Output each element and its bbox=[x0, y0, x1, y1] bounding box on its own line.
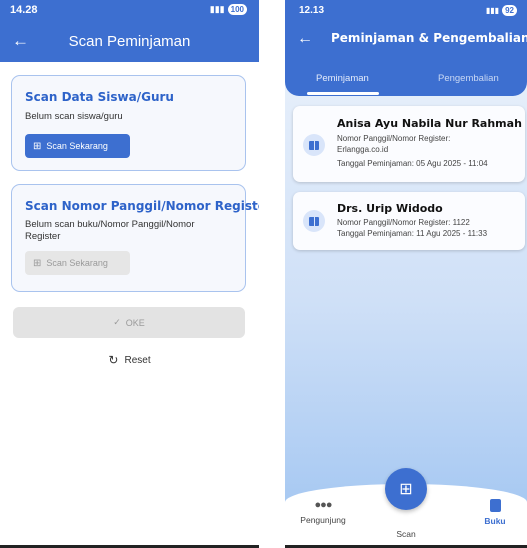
active-tab-indicator bbox=[307, 92, 379, 95]
scan-fab-button[interactable]: ⊞ bbox=[385, 468, 427, 510]
scan-member-status: Belum scan siswa/guru bbox=[25, 111, 123, 122]
people-icon: ●●● bbox=[314, 499, 333, 511]
status-icons: ▮▮▮ 100 bbox=[210, 4, 247, 15]
book-icon bbox=[489, 499, 501, 512]
scan-book-title: Scan Nomor Panggil/Nomor Register bbox=[25, 199, 259, 213]
app-header: 12.13 ▮▮▮ 92 ← Peminjaman & Pengembalian… bbox=[285, 0, 527, 96]
loan-card[interactable]: Drs. Urip Widodo Nomor Panggil/Nomor Reg… bbox=[293, 192, 525, 250]
status-bar: 14.28 ▮▮▮ 100 bbox=[0, 0, 259, 22]
borrower-name: Drs. Urip Widodo bbox=[337, 202, 443, 215]
scan-peminjaman-screen: 14.28 ▮▮▮ 100 ← Scan Peminjaman Scan Dat… bbox=[0, 0, 259, 548]
scan-book-card: Scan Nomor Panggil/Nomor Register Belum … bbox=[11, 184, 259, 292]
call-number: Nomor Panggil/Nomor Register: 1122 bbox=[337, 218, 470, 227]
signal-icon: ▮▮▮ bbox=[209, 4, 225, 14]
book-icon bbox=[303, 134, 325, 156]
nav-pengunjung-label: Pengunjung bbox=[300, 515, 346, 525]
back-arrow-icon[interactable]: ← bbox=[297, 30, 313, 48]
reset-button-label: Reset bbox=[124, 354, 151, 366]
borrower-name: Anisa Ayu Nabila Nur Rahmah bbox=[337, 117, 522, 130]
reset-button[interactable]: ↻ Reset bbox=[0, 353, 259, 367]
nav-buku-label: Buku bbox=[484, 516, 506, 526]
scan-member-title: Scan Data Siswa/Guru bbox=[25, 90, 174, 104]
call-number-label: Nomor Panggil/Nomor Register: bbox=[337, 134, 451, 143]
refresh-icon: ↻ bbox=[108, 353, 119, 367]
nav-buku[interactable]: Buku bbox=[470, 499, 520, 526]
loan-date: Tanggal Peminjaman: 11 Agu 2025 - 11:33 bbox=[337, 229, 488, 238]
qr-scan-icon: ⊞ bbox=[399, 481, 413, 498]
scan-member-card: Scan Data Siswa/Guru Belum scan siswa/gu… bbox=[11, 75, 246, 171]
page-title: Scan Peminjaman bbox=[68, 33, 191, 50]
book-icon bbox=[303, 210, 325, 232]
status-time: 14.28 bbox=[10, 4, 38, 16]
check-icon: ✓ bbox=[113, 317, 121, 327]
page-title: Peminjaman & Pengembalian bbox=[331, 31, 527, 45]
loan-date: Tanggal Peminjaman: 05 Agu 2025 - 11:04 bbox=[337, 159, 488, 168]
battery-icon: 92 bbox=[502, 5, 517, 16]
scan-member-button[interactable]: ⊞ Scan Sekarang bbox=[25, 134, 130, 158]
call-number-value: Erlangga.co.id bbox=[337, 145, 389, 154]
nav-pengunjung[interactable]: ●●● Pengunjung bbox=[293, 499, 353, 525]
status-icons: ▮▮▮ 92 bbox=[486, 5, 517, 16]
status-time: 12.13 bbox=[299, 5, 325, 16]
tab-peminjaman[interactable]: Peminjaman bbox=[316, 73, 369, 84]
scan-book-button[interactable]: ⊞ Scan Sekarang bbox=[25, 251, 130, 275]
peminjaman-pengembalian-screen: 12.13 ▮▮▮ 92 ← Peminjaman & Pengembalian… bbox=[285, 0, 527, 548]
scan-member-button-label: Scan Sekarang bbox=[46, 141, 108, 151]
tab-pengembalian[interactable]: Pengembalian bbox=[438, 73, 499, 84]
signal-icon: ▮▮▮ bbox=[485, 6, 500, 15]
battery-icon: 100 bbox=[227, 4, 247, 15]
scan-book-button-label: Scan Sekarang bbox=[46, 258, 108, 268]
oke-button[interactable]: ✓ OKE bbox=[13, 307, 245, 338]
oke-button-label: OKE bbox=[125, 317, 145, 328]
app-bar: ← Scan Peminjaman bbox=[0, 22, 259, 62]
qr-scan-icon: ⊞ bbox=[33, 257, 42, 269]
scan-book-status: Belum scan buku/Nomor Panggil/Nomor Regi… bbox=[25, 219, 195, 242]
loan-card[interactable]: Anisa Ayu Nabila Nur Rahmah Nomor Panggi… bbox=[293, 106, 525, 182]
qr-scan-icon: ⊞ bbox=[33, 140, 42, 152]
nav-scan-label: Scan bbox=[396, 529, 416, 539]
